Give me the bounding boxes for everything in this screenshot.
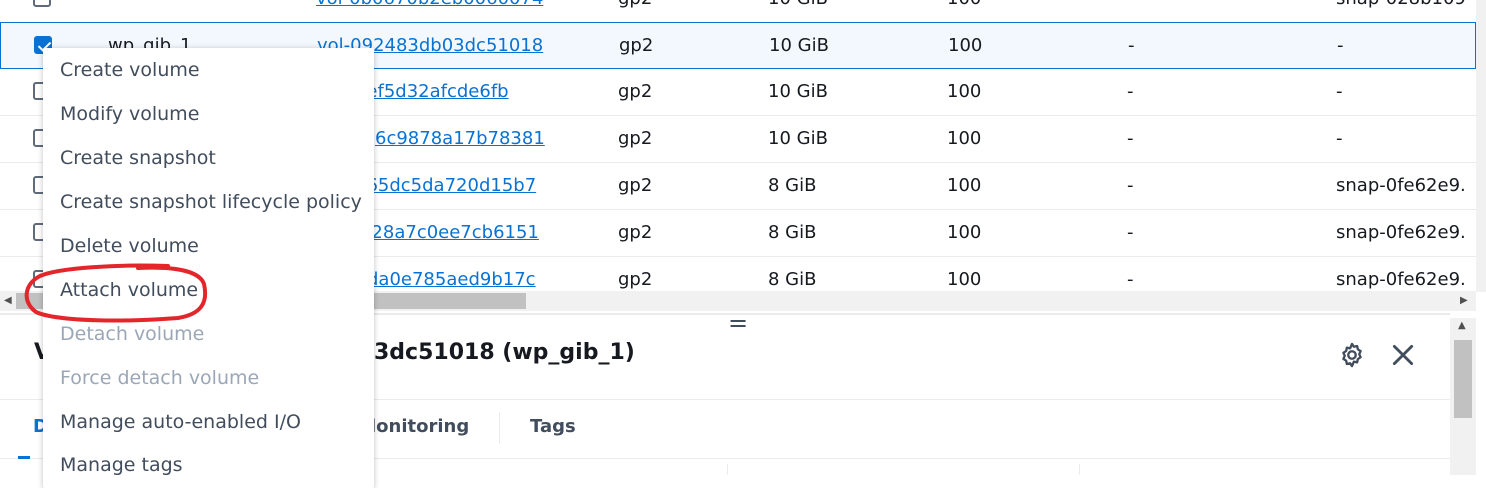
scrollbar-thumb[interactable] [1454,340,1472,418]
gear-icon[interactable] [1338,341,1366,369]
volume-throughput: - [1127,0,1134,9]
volume-type: gp2 [618,269,653,290]
menu-item-modify-volume[interactable]: Modify volume [60,103,199,125]
volume-type: gp2 [618,175,653,196]
volume-iops: 100 [948,35,983,56]
column-divider [727,464,728,475]
volume-size: 10 GiB [768,81,828,102]
scroll-up-icon[interactable]: ▲ [1458,320,1466,331]
volume-throughput: - [1127,222,1134,243]
volume-iops: 100 [947,0,981,9]
volume-id-link[interactable]: 265dc5da720d15b7 [355,175,536,196]
menu-item-force-detach-volume: Force detach volume [60,367,260,389]
scroll-left-icon[interactable]: ◀ [4,295,12,306]
active-tab-indicator [18,456,30,459]
volume-id-link[interactable]: 6c9878a17b78381 [375,128,545,149]
volume-snapshot: snap-0fe62e9. [1336,222,1466,243]
menu-item-manage-tags[interactable]: Manage tags [60,454,183,476]
volume-id-link[interactable]: vol-0b0670b2eb0060074 [316,0,543,9]
volume-type: gp2 [618,128,653,149]
tab-tags[interactable]: Tags [530,416,576,437]
menu-item-attach-volume[interactable]: Attach volume [60,279,198,301]
volume-throughput: - [1127,175,1134,196]
menu-item-create-volume[interactable]: Create volume [60,59,200,81]
volume-throughput: - [1127,81,1134,102]
volume-iops: 100 [947,175,982,196]
volume-size: 10 GiB [768,0,828,9]
volume-type: gp2 [618,81,653,102]
menu-item-detach-volume: Detach volume [60,323,205,345]
column-divider [1079,464,1080,475]
volume-type: gp2 [618,222,653,243]
menu-item-delete-volume[interactable]: Delete volume [60,235,199,257]
close-icon[interactable] [1390,342,1416,368]
volume-size: 10 GiB [768,128,828,149]
drag-handle-icon[interactable]: = [728,311,748,335]
volume-id-link[interactable]: b28a7c0ee7cb6151 [360,222,539,243]
volume-size: 8 GiB [768,222,817,243]
volume-snapshot: - [1336,128,1343,149]
table-vertical-scrollbar[interactable] [1476,0,1486,292]
volume-snapshot: - [1336,81,1343,102]
volume-type: gp2 [618,0,652,9]
volume-iops: 100 [947,128,982,149]
volume-snapshot: snap-0fe62e9. [1336,175,1466,196]
volume-snapshot: - [1337,35,1344,56]
menu-item-create-snapshot[interactable]: Create snapshot [60,147,216,169]
table-row[interactable]: - vol-0b0670b2eb0060074 gp2 10 GiB 100 -… [0,0,1476,23]
tab-divider [499,412,500,444]
menu-item-manage-auto-enabled-io[interactable]: Manage auto-enabled I/O [60,411,301,433]
row-checkbox[interactable] [33,0,51,7]
volume-throughput: - [1127,269,1134,290]
volume-type: gp2 [619,35,654,56]
actions-context-menu: Create volume Modify volume Create snaps… [43,48,374,488]
volume-iops: 100 [947,81,982,102]
volume-throughput: - [1128,35,1135,56]
volume-iops: 100 [947,269,982,290]
panel-vertical-scrollbar[interactable]: ▲ [1450,318,1476,475]
volume-size: 8 GiB [768,269,817,290]
volume-throughput: - [1127,128,1134,149]
volume-size: 8 GiB [768,175,817,196]
volume-snapshot: snap-028b109 [1336,0,1466,9]
volume-id-link[interactable]: lda0e785aed9b17c [362,269,536,290]
volume-name: - [107,0,114,9]
volume-snapshot: snap-0fe62e9. [1336,269,1466,290]
volume-size: 10 GiB [769,35,829,56]
menu-item-create-snapshot-lifecycle-policy[interactable]: Create snapshot lifecycle policy [60,191,362,213]
tab-monitoring[interactable]: lonitoring [370,416,469,437]
panel-title: 3dc51018 (wp_gib_1) [374,340,635,365]
volume-iops: 100 [947,222,982,243]
scroll-right-icon[interactable]: ▶ [1460,295,1468,306]
volume-id-link[interactable]: def5d32afcde6fb [355,81,509,102]
